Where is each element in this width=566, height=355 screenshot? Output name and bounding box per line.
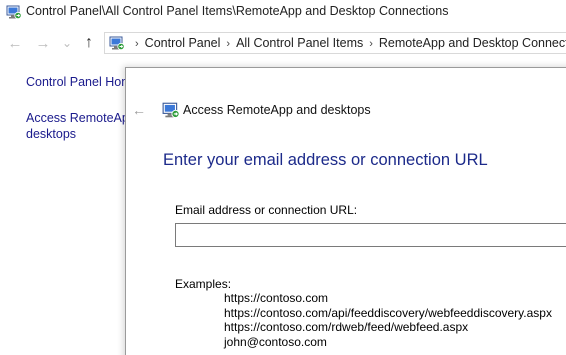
breadcrumb-separator[interactable]: › (226, 38, 230, 50)
title-bar: Control Panel\All Control Panel Items\Re… (0, 0, 566, 24)
up-button[interactable]: ↑ (80, 33, 98, 53)
left-pane: Control Panel Home Access RemoteApp and … (0, 56, 128, 355)
window: Control Panel\All Control Panel Items\Re… (0, 0, 566, 355)
remoteapp-connections-icon (162, 102, 180, 118)
remoteapp-connections-icon (109, 36, 125, 51)
breadcrumb-remoteapp[interactable]: RemoteApp and Desktop Connections (379, 36, 566, 50)
url-field-label: Email address or connection URL: (175, 203, 358, 217)
dialog-heading: Enter your email address or connection U… (163, 151, 488, 169)
address-bar[interactable]: › Control Panel › All Control Panel Items › R… (104, 32, 566, 54)
access-remoteapp-link-line1[interactable]: Access RemoteApp and (26, 111, 126, 125)
example-item: https://contoso.com/rdweb/feed/webfeed.a… (224, 320, 469, 334)
email-or-url-input[interactable] (175, 223, 566, 247)
examples-label: Examples: (175, 277, 232, 291)
forward-button[interactable]: → (34, 33, 52, 53)
examples-list: https://contoso.com https://contoso.com/… (224, 291, 552, 349)
navigation-bar: ← → ⌄ ↑ › Control Panel › All Control Panel… (0, 30, 566, 56)
breadcrumb-separator[interactable]: › (135, 38, 139, 50)
back-button[interactable]: ← (6, 33, 24, 53)
example-item: john@contoso.com (224, 334, 327, 349)
recent-locations-button[interactable]: ⌄ (60, 33, 74, 53)
dialog-title: Access RemoteApp and desktops (183, 103, 371, 117)
control-panel-home-link[interactable]: Control Panel Home (26, 75, 126, 89)
access-remoteapp-dialog: ← Access RemoteApp and desktops Enter yo… (125, 67, 566, 355)
example-item: https://contoso.com (224, 291, 329, 305)
remoteapp-connections-icon (6, 5, 22, 20)
breadcrumb: › Control Panel › All Control Panel Items › R… (129, 36, 566, 50)
breadcrumb-separator[interactable]: › (369, 38, 373, 50)
breadcrumb-control-panel[interactable]: Control Panel (145, 36, 221, 50)
dialog-back-button[interactable]: ← (132, 102, 146, 118)
example-item: https://contoso.com/api/feeddiscovery/we… (224, 305, 552, 320)
breadcrumb-all-items[interactable]: All Control Panel Items (236, 36, 363, 50)
access-remoteapp-link-line2[interactable]: desktops (26, 127, 126, 141)
window-title: Control Panel\All Control Panel Items\Re… (26, 4, 449, 18)
